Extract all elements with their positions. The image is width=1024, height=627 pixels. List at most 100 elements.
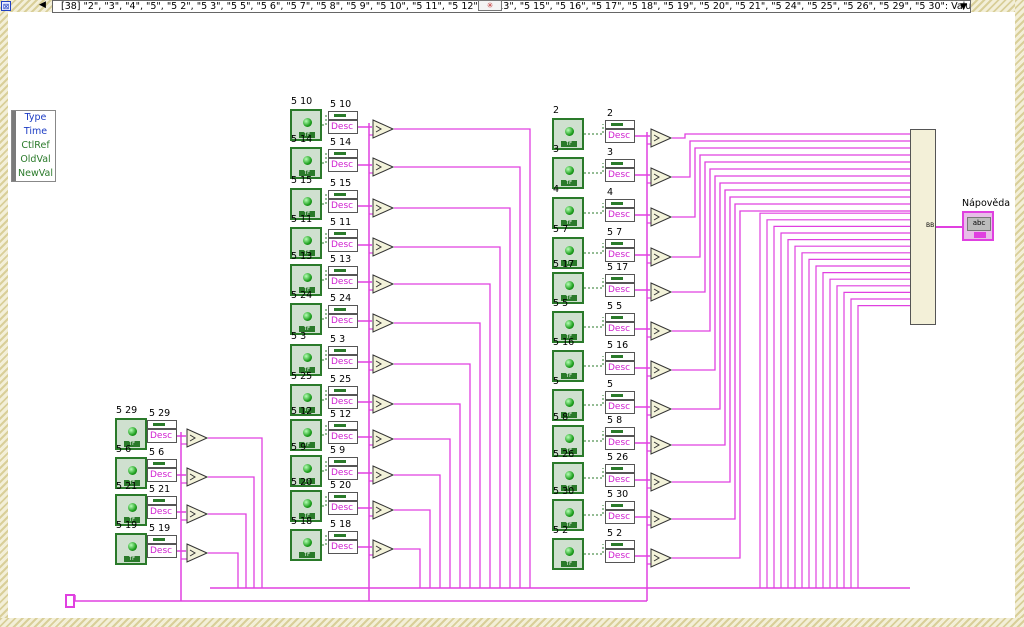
property-node-label: 5 2 xyxy=(607,528,623,539)
led-icon xyxy=(565,246,574,255)
select-node[interactable] xyxy=(372,312,394,334)
select-node[interactable] xyxy=(650,320,672,342)
select-node[interactable] xyxy=(650,471,672,493)
reference-wire xyxy=(759,212,910,588)
reference-wire xyxy=(208,513,247,588)
event-data-newval: NewVal xyxy=(12,167,55,181)
led-icon xyxy=(565,359,574,368)
property-node[interactable]: Desc 5 10 xyxy=(328,99,358,137)
string-wire xyxy=(584,356,604,367)
select-node[interactable] xyxy=(186,466,208,488)
property-node[interactable]: Desc 5 29 xyxy=(147,408,177,446)
string-wire xyxy=(584,124,604,135)
property-node[interactable]: Desc 2 xyxy=(605,108,635,146)
select-node[interactable] xyxy=(650,206,672,228)
property-node[interactable]: Desc 3 xyxy=(605,147,635,185)
control-label: 5 30 xyxy=(553,486,575,497)
select-node[interactable] xyxy=(372,118,394,140)
select-node[interactable] xyxy=(372,156,394,178)
property-node-label: 5 24 xyxy=(330,293,352,304)
property-node[interactable]: Desc 5 2 xyxy=(605,528,635,566)
property-node-label: 5 30 xyxy=(607,489,629,500)
led-icon xyxy=(565,281,574,290)
property-node[interactable]: Desc 5 5 xyxy=(605,301,635,339)
property-desc-label: Desc xyxy=(605,436,635,450)
property-node[interactable]: Desc 5 19 xyxy=(147,523,177,561)
property-node[interactable]: Desc 5 6 xyxy=(147,447,177,485)
select-node[interactable] xyxy=(650,434,672,456)
select-node[interactable] xyxy=(372,538,394,560)
property-node-reference xyxy=(147,459,177,468)
property-node[interactable]: Desc 5 17 xyxy=(605,262,635,300)
select-node[interactable] xyxy=(186,503,208,525)
property-node[interactable]: Desc 5 8 xyxy=(605,415,635,453)
reference-wire xyxy=(808,258,910,588)
property-node-reference xyxy=(328,266,358,275)
property-node-reference xyxy=(605,199,635,208)
property-node-label: 4 xyxy=(607,187,614,198)
build-array-node[interactable]: BB xyxy=(910,129,936,325)
property-node[interactable]: Desc 5 13 xyxy=(328,254,358,292)
property-node-label: 5 8 xyxy=(607,415,623,426)
property-node[interactable]: Desc 5 21 xyxy=(147,484,177,522)
led-icon xyxy=(565,508,574,517)
wire-tunnel[interactable] xyxy=(65,594,75,608)
select-node[interactable] xyxy=(186,427,208,449)
reference-wire xyxy=(208,552,239,588)
led-icon xyxy=(565,398,574,407)
property-node[interactable]: Desc 5 3 xyxy=(328,334,358,372)
property-node[interactable]: Desc 5 30 xyxy=(605,489,635,527)
boolean-type-icon: TF xyxy=(561,561,577,567)
select-node[interactable] xyxy=(372,236,394,258)
property-node[interactable]: Desc 5 20 xyxy=(328,480,358,518)
reference-wire xyxy=(394,166,521,588)
property-node[interactable]: Desc 5 11 xyxy=(328,217,358,255)
property-node[interactable]: Desc 5 15 xyxy=(328,178,358,216)
boolean-control-terminal[interactable]: TF xyxy=(552,538,584,570)
property-node-label: 5 12 xyxy=(330,409,352,420)
select-node[interactable] xyxy=(650,508,672,530)
select-node[interactable] xyxy=(372,464,394,486)
property-node-label: 5 5 xyxy=(607,301,623,312)
boolean-control-terminal[interactable]: TF xyxy=(115,533,147,565)
property-node[interactable]: Desc 4 xyxy=(605,187,635,225)
select-node[interactable] xyxy=(372,393,394,415)
led-icon xyxy=(303,428,312,437)
select-node[interactable] xyxy=(186,542,208,564)
select-node[interactable] xyxy=(650,359,672,381)
string-wire xyxy=(322,270,327,281)
select-node[interactable] xyxy=(650,127,672,149)
select-node[interactable] xyxy=(372,353,394,375)
boolean-control-terminal[interactable]: TF xyxy=(290,529,322,561)
property-node[interactable]: Desc 5 12 xyxy=(328,409,358,447)
event-data-node[interactable]: Type Time CtlRef OldVal NewVal xyxy=(11,110,56,182)
select-node[interactable] xyxy=(372,197,394,219)
reference-wire xyxy=(843,291,910,588)
string-indicator[interactable]: abc xyxy=(962,211,994,241)
property-desc-label: Desc xyxy=(328,501,358,515)
control-label: 5 3 xyxy=(291,331,307,342)
select-node[interactable] xyxy=(650,166,672,188)
property-node[interactable]: Desc 5 24 xyxy=(328,293,358,331)
property-node[interactable]: Desc 5 18 xyxy=(328,519,358,557)
property-node[interactable]: Desc 5 26 xyxy=(605,452,635,490)
select-node[interactable] xyxy=(650,547,672,569)
select-node[interactable] xyxy=(650,246,672,268)
property-node-reference xyxy=(328,229,358,238)
select-node[interactable] xyxy=(372,428,394,450)
property-node-label: 5 29 xyxy=(149,408,171,419)
string-wire xyxy=(322,535,327,546)
control-label: 5 20 xyxy=(291,477,313,488)
select-node[interactable] xyxy=(650,281,672,303)
select-node[interactable] xyxy=(372,273,394,295)
property-node[interactable]: Desc 5 xyxy=(605,379,635,417)
select-node[interactable] xyxy=(372,499,394,521)
property-node[interactable]: Desc 5 16 xyxy=(605,340,635,378)
string-wire xyxy=(322,350,327,361)
reference-wire xyxy=(672,203,910,520)
property-node[interactable]: Desc 5 14 xyxy=(328,137,358,175)
property-node-label: 5 13 xyxy=(330,254,352,265)
control-label: 5 19 xyxy=(116,520,138,531)
select-node[interactable] xyxy=(650,398,672,420)
led-icon xyxy=(303,197,312,206)
